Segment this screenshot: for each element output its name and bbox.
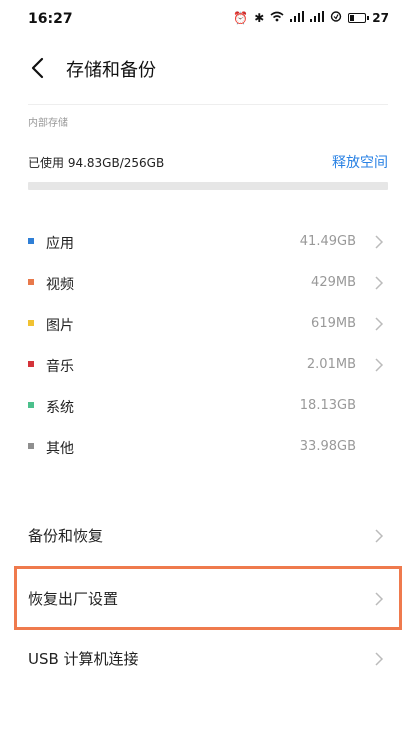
storage-usage-row: 已使用 94.83GB/256GB 释放空间 [28,152,388,174]
category-color-dot [28,320,34,326]
category-label: 视频 [46,277,74,293]
category-size: 18.13GB [299,398,356,413]
storage-category-item[interactable]: 图片 619MB [28,304,388,345]
storage-category-item: 其他 33.98GB [28,427,388,468]
chevron-right-icon [374,357,384,372]
menu-item-usb-connection[interactable]: USB 计算机连接 [28,638,388,678]
chevron-right-icon [374,651,384,666]
divider [28,104,388,105]
category-color-dot [28,402,34,408]
battery-fill [350,15,355,21]
page-title: 存储和备份 [66,60,156,81]
status-icons: ⏰ ✱ 27 [233,11,389,25]
category-label: 其他 [46,441,74,457]
category-label: 系统 [46,400,74,416]
storage-category-list: 应用 41.49GB 视频 429MB 图片 619MB 音乐 2.01MB 系统 18.13GB… [28,222,388,468]
status-time: 16:27 [28,11,73,27]
back-arrow-icon[interactable] [28,56,48,80]
battery-icon [348,13,370,23]
chevron-right-icon [374,528,384,543]
header: 存储和备份 [0,48,417,88]
release-space-button[interactable]: 释放空间 [332,152,388,172]
status-bar: 16:27 ⏰ ✱ 27 [0,0,417,40]
storage-category-item: 系统 18.13GB [28,386,388,427]
alarm-icon: ⏰ [233,11,249,25]
category-label: 音乐 [46,359,74,375]
menu-item-label: USB 计算机连接 [28,650,139,668]
category-color-dot [28,238,34,244]
signal-icon [310,11,325,25]
category-size: 41.49GB [299,234,356,249]
category-size: 33.98GB [299,439,356,454]
chevron-right-icon [374,234,384,249]
chevron-right-icon [374,316,384,331]
wifi-icon [270,11,284,25]
highlight-box [14,566,402,630]
category-color-dot [28,443,34,449]
section-label-internal-storage: 内部存储 [28,118,68,129]
category-size: 429MB [311,275,356,290]
category-color-dot [28,361,34,367]
storage-used-text: 已使用 94.83GB/256GB [28,156,165,170]
storage-category-item[interactable]: 应用 41.49GB [28,222,388,263]
category-size: 619MB [311,316,356,331]
storage-category-item[interactable]: 视频 429MB [28,263,388,304]
storage-category-item[interactable]: 音乐 2.01MB [28,345,388,386]
volte-icon [330,11,342,25]
category-size: 2.01MB [306,357,356,372]
menu-item-label: 备份和恢复 [28,527,104,545]
chevron-right-icon [374,275,384,290]
storage-usage-bar [28,182,388,190]
signal-icon [290,11,305,25]
battery-percent: 27 [372,11,389,25]
category-label: 图片 [46,318,74,334]
category-label: 应用 [46,236,74,252]
bluetooth-icon: ✱ [254,11,265,25]
category-color-dot [28,279,34,285]
menu-item-backup-restore[interactable]: 备份和恢复 [28,515,388,555]
